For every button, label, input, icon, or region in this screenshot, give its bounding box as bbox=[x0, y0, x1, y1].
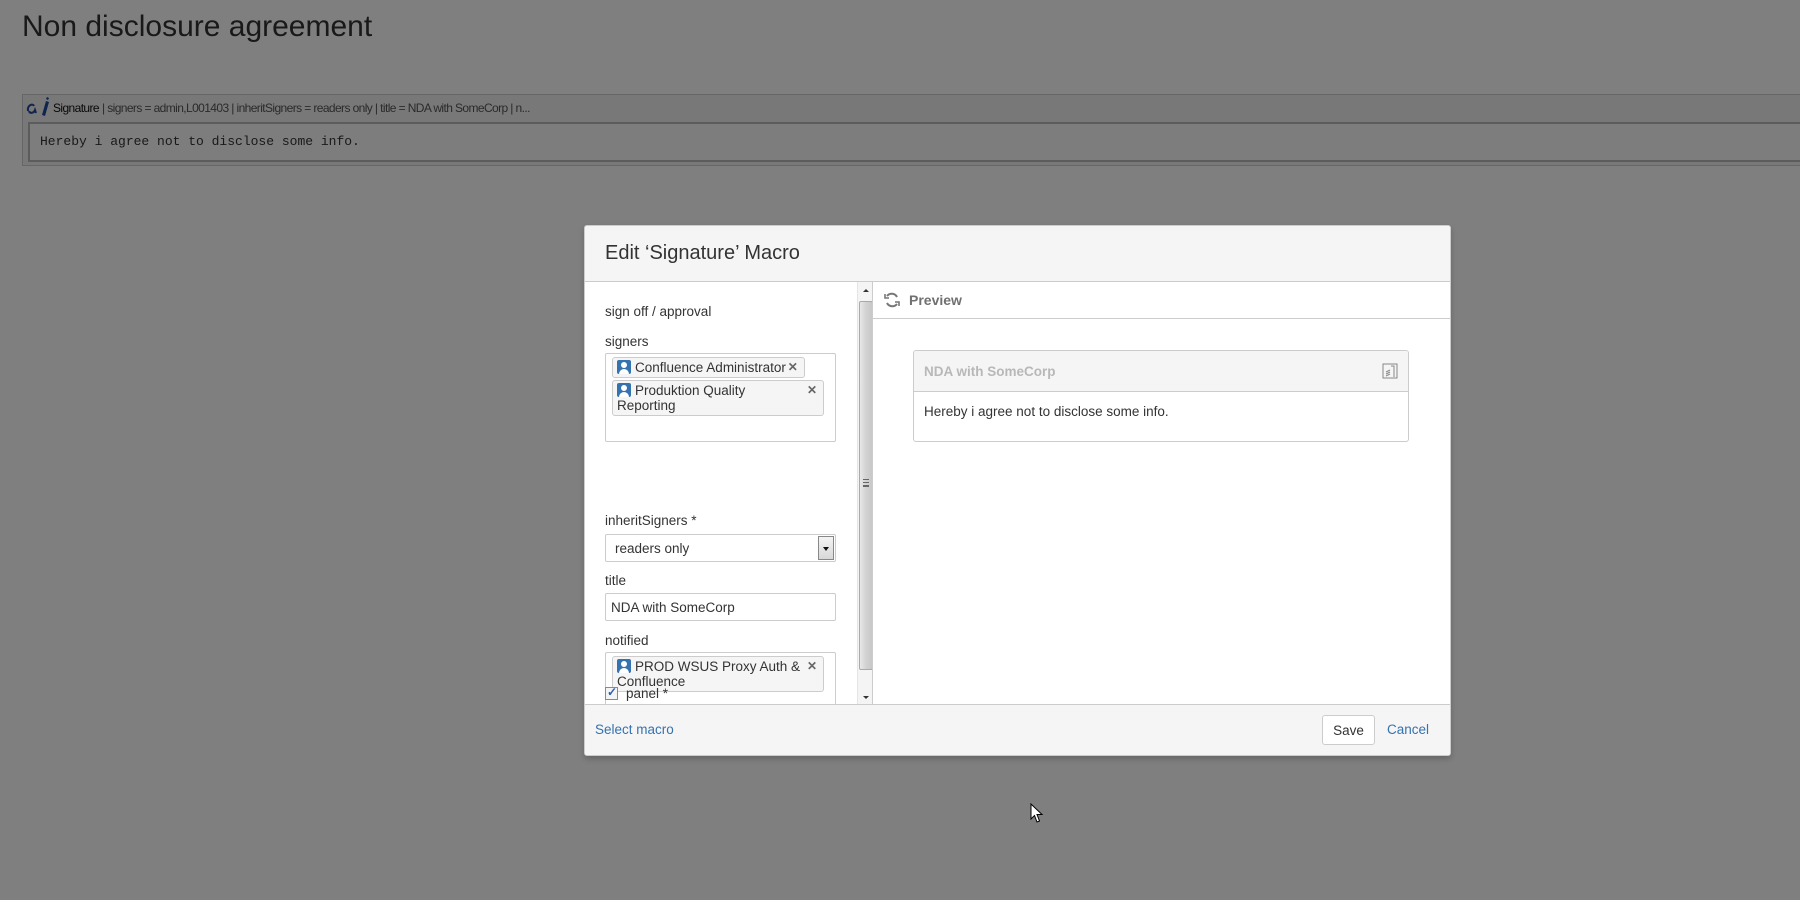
parameters-scrollbar[interactable] bbox=[857, 282, 872, 706]
remove-token-icon[interactable]: ✕ bbox=[807, 659, 817, 674]
signers-label: signers bbox=[605, 334, 649, 349]
token-label: Produktion Quality Reporting bbox=[617, 383, 746, 413]
inherit-signers-select[interactable]: readers only bbox=[605, 534, 836, 562]
inherit-signers-label: inheritSigners * bbox=[605, 513, 697, 528]
remove-token-icon[interactable]: ✕ bbox=[807, 383, 817, 398]
preview-panel-header: NDA with SomeCorp bbox=[914, 351, 1408, 392]
remove-token-icon[interactable]: ✕ bbox=[788, 360, 798, 375]
macro-category-label: sign off / approval bbox=[605, 304, 712, 319]
dialog-header: Edit ‘Signature’ Macro bbox=[585, 226, 1450, 282]
preview-label: Preview bbox=[909, 292, 962, 308]
token-label: PROD WSUS Proxy Auth & Confluence bbox=[617, 659, 801, 689]
user-icon bbox=[617, 360, 631, 374]
preview-pane: Preview NDA with SomeCorp Hereby i agree… bbox=[873, 282, 1450, 706]
cancel-link[interactable]: Cancel bbox=[1387, 722, 1429, 737]
title-input[interactable] bbox=[605, 593, 836, 621]
preview-signature-panel: NDA with SomeCorp Hereby i agree not to … bbox=[913, 350, 1409, 442]
scrollbar-thumb[interactable] bbox=[859, 301, 872, 670]
signer-token: Confluence Administrator ✕ bbox=[612, 357, 805, 378]
dialog-footer: Select macro Save Cancel bbox=[585, 704, 1450, 755]
user-icon bbox=[617, 659, 631, 673]
panel-checkbox[interactable] bbox=[605, 685, 618, 700]
signers-input[interactable]: Confluence Administrator ✕ Produktion Qu… bbox=[605, 353, 836, 442]
preview-panel-body: Hereby i agree not to disclose some info… bbox=[924, 404, 1169, 419]
notified-label: notified bbox=[605, 633, 649, 648]
document-sign-icon bbox=[1382, 363, 1398, 379]
chevron-down-icon[interactable] bbox=[818, 536, 834, 560]
token-label: Confluence Administrator bbox=[635, 360, 786, 375]
select-macro-link[interactable]: Select macro bbox=[595, 722, 674, 737]
user-icon bbox=[617, 383, 631, 397]
dialog-title: Edit ‘Signature’ Macro bbox=[605, 242, 800, 264]
edit-macro-dialog: Edit ‘Signature’ Macro sign off / approv… bbox=[584, 225, 1451, 756]
scroll-up-arrow-icon[interactable] bbox=[858, 282, 872, 300]
preview-panel-title: NDA with SomeCorp bbox=[924, 363, 1056, 379]
refresh-icon[interactable] bbox=[883, 291, 901, 309]
scroll-grip-icon bbox=[863, 479, 869, 487]
mouse-cursor-icon bbox=[1030, 803, 1044, 823]
inherit-signers-selected-value: readers only bbox=[615, 541, 690, 556]
preview-header[interactable]: Preview bbox=[873, 282, 1450, 319]
macro-parameters-panel: sign off / approval signers Confluence A… bbox=[585, 282, 873, 706]
signer-token: Produktion Quality Reporting ✕ bbox=[612, 380, 824, 416]
panel-label: panel * bbox=[626, 686, 669, 701]
title-label: title bbox=[605, 573, 627, 588]
panel-checkbox-row: panel * bbox=[605, 685, 669, 701]
save-button[interactable]: Save bbox=[1322, 715, 1375, 745]
